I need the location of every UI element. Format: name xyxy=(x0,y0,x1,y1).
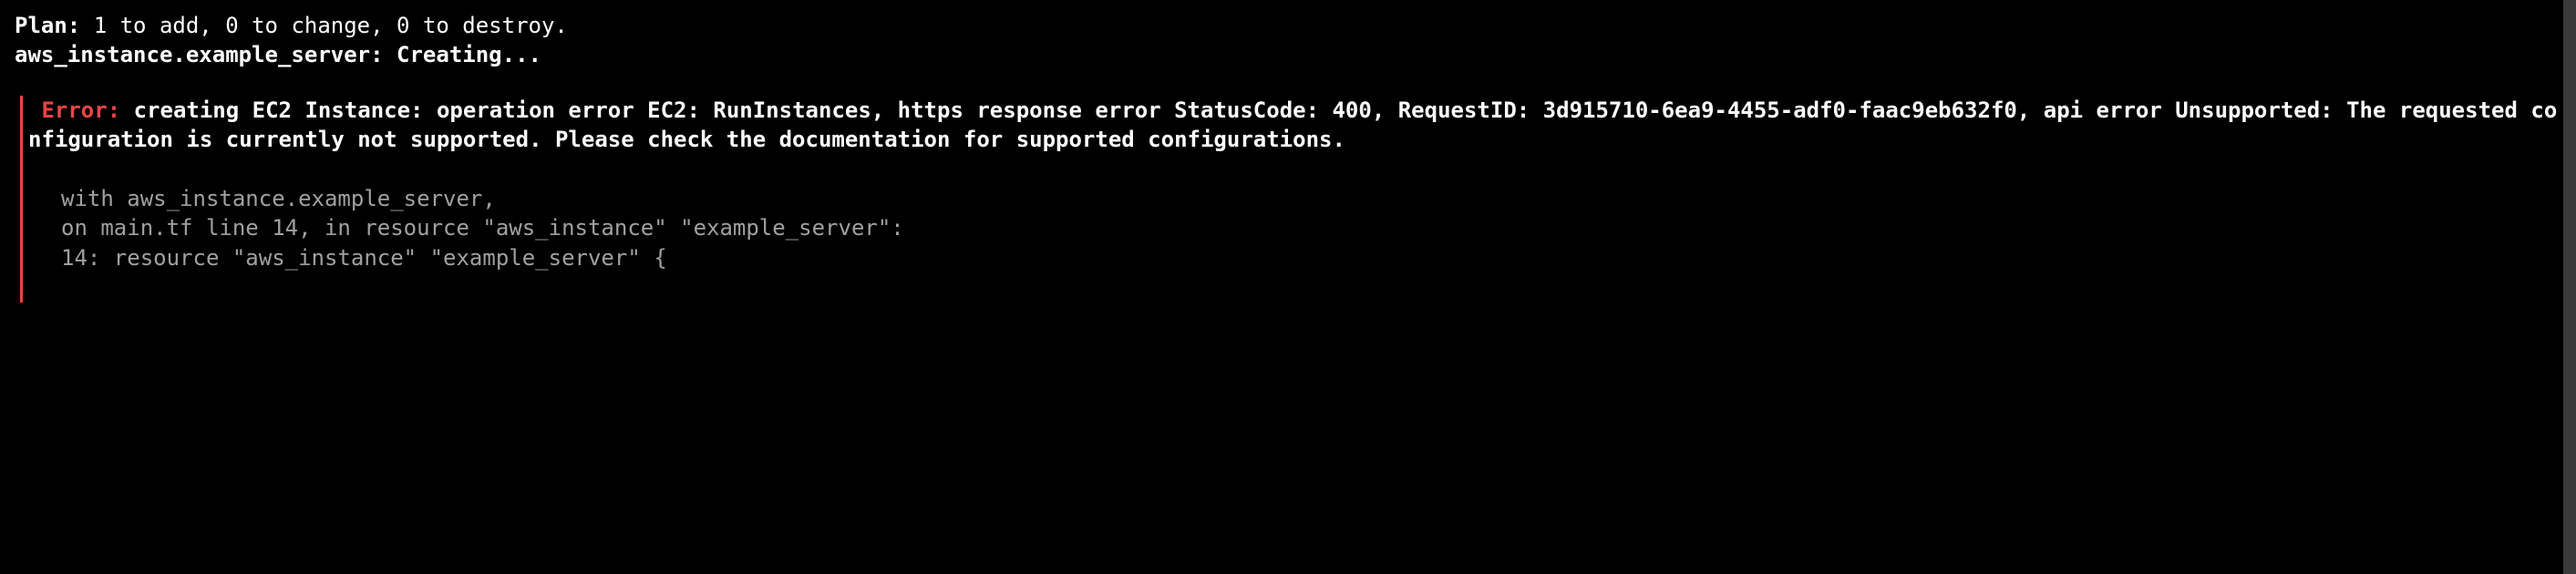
error-label: Error: xyxy=(41,97,120,123)
error-message-line: Error: creating EC2 Instance: operation … xyxy=(28,96,2561,155)
plan-summary: 1 to add, 0 to change, 0 to destroy. xyxy=(80,13,568,38)
error-message: creating EC2 Instance: operation error E… xyxy=(28,97,2557,152)
blank-line xyxy=(28,155,2561,184)
error-context-code: 14: resource "aws_instance" "example_ser… xyxy=(28,243,2561,272)
error-block: Error: creating EC2 Instance: operation … xyxy=(20,96,2561,302)
terminal-output: Plan: 1 to add, 0 to change, 0 to destro… xyxy=(15,11,2561,302)
error-context-with: with aws_instance.example_server, xyxy=(28,184,2561,213)
scrollbar[interactable] xyxy=(2563,0,2576,574)
plan-label: Plan: xyxy=(15,13,80,38)
creating-line: aws_instance.example_server: Creating... xyxy=(15,40,2561,69)
error-indent xyxy=(28,97,41,123)
blank-line-2 xyxy=(28,272,2561,302)
error-context-on: on main.tf line 14, in resource "aws_ins… xyxy=(28,213,2561,242)
plan-line: Plan: 1 to add, 0 to change, 0 to destro… xyxy=(15,11,2561,40)
